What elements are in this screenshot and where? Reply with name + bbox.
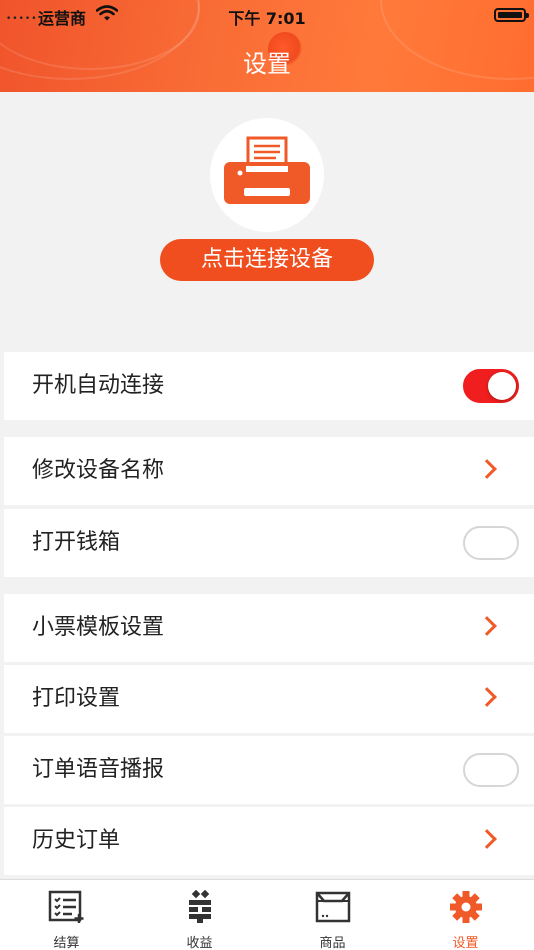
setting-open-cash-drawer[interactable]: 打开钱箱 xyxy=(4,509,534,577)
tab-bar: 结算 收益 商品 设置 xyxy=(0,879,534,950)
tab-label: 收益 xyxy=(186,936,213,950)
setting-receipt-template[interactable]: 小票模板设置 xyxy=(4,594,534,662)
connect-device-button[interactable]: 点击连接设备 xyxy=(160,239,374,281)
clock: 下午 7:01 xyxy=(228,9,306,28)
chevron-right-icon xyxy=(477,459,497,479)
auto-connect-toggle[interactable] xyxy=(463,369,519,403)
setting-auto-connect[interactable]: 开机自动连接 xyxy=(4,352,534,420)
setting-label: 订单语音播报 xyxy=(32,757,165,782)
device-avatar[interactable] xyxy=(210,118,324,232)
setting-rename-device[interactable]: 修改设备名称 xyxy=(4,437,534,505)
box-icon xyxy=(315,891,351,923)
setting-label: 小票模板设置 xyxy=(32,615,165,640)
chevron-right-icon xyxy=(477,616,497,636)
setting-label: 打开钱箱 xyxy=(32,530,121,555)
setting-label: 修改设备名称 xyxy=(32,458,165,483)
gear-icon xyxy=(450,891,482,923)
tab-label: 设置 xyxy=(452,936,479,950)
checklist-icon xyxy=(48,890,84,923)
setting-order-voice[interactable]: 订单语音播报 xyxy=(4,736,534,804)
printer-icon xyxy=(224,136,310,204)
battery-icon xyxy=(494,8,529,22)
money-icon xyxy=(189,890,211,923)
page-title: 设置 xyxy=(243,50,291,78)
tab-products[interactable]: 商品 xyxy=(266,880,399,950)
toggle-knob xyxy=(466,529,494,557)
setting-label: 历史订单 xyxy=(32,828,121,853)
order-voice-toggle[interactable] xyxy=(463,753,519,787)
chevron-right-icon xyxy=(477,687,497,707)
tab-checkout[interactable]: 结算 xyxy=(0,880,133,950)
setting-label: 开机自动连接 xyxy=(32,373,165,398)
setting-label: 打印设置 xyxy=(32,686,121,711)
toggle-knob xyxy=(488,372,516,400)
header-bar: ••••• 运营商 下午 7:01 设置 xyxy=(0,0,534,92)
setting-print[interactable]: 打印设置 xyxy=(4,665,534,733)
setting-order-history[interactable]: 历史订单 xyxy=(4,807,534,875)
status-bar: ••••• 运营商 下午 7:01 xyxy=(0,0,534,30)
tab-label: 结算 xyxy=(53,936,80,950)
toggle-knob xyxy=(466,756,494,784)
chevron-right-icon xyxy=(477,829,497,849)
tab-label: 商品 xyxy=(319,936,346,950)
cash-drawer-toggle[interactable] xyxy=(463,526,519,560)
tab-earnings[interactable]: 收益 xyxy=(133,880,266,950)
tab-settings[interactable]: 设置 xyxy=(399,880,532,950)
